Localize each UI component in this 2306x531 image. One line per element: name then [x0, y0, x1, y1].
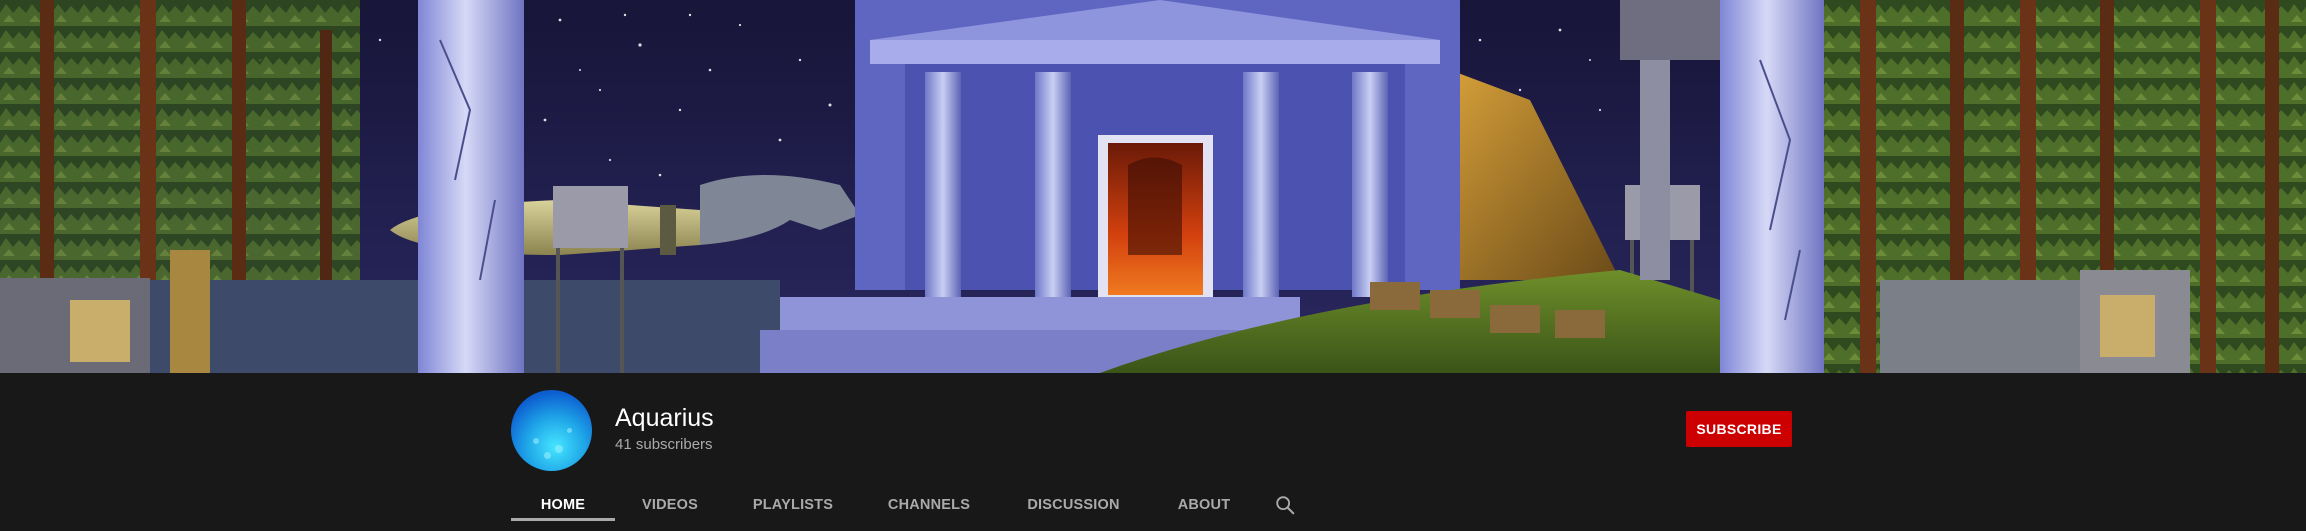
- subscribe-button[interactable]: SUBSCRIBE: [1686, 411, 1792, 447]
- search-icon: [1276, 495, 1295, 514]
- tab-home-label: HOME: [540, 496, 586, 513]
- tab-channels-label: CHANNELS: [887, 496, 971, 513]
- channel-tabs: HOME VIDEOS PLAYLISTS CHANNELS DISCUSSIO…: [511, 478, 1312, 531]
- tab-about-label: ABOUT: [1177, 496, 1231, 513]
- right-trees: [1824, 0, 2306, 373]
- tab-playlists[interactable]: PLAYLISTS: [725, 478, 861, 531]
- channel-name: Aquarius: [615, 404, 714, 432]
- tab-discussion-label: DISCUSSION: [1027, 496, 1120, 513]
- channel-banner: [0, 0, 2306, 373]
- search-tab-button[interactable]: [1258, 478, 1312, 531]
- tab-playlists-label: PLAYLISTS: [752, 496, 834, 513]
- tab-videos-label: VIDEOS: [642, 496, 698, 513]
- tab-channels[interactable]: CHANNELS: [861, 478, 997, 531]
- channel-avatar[interactable]: [511, 390, 592, 471]
- tab-discussion[interactable]: DISCUSSION: [997, 478, 1150, 531]
- tab-home[interactable]: HOME: [511, 478, 615, 531]
- banner-art: [0, 0, 2306, 373]
- tab-videos[interactable]: VIDEOS: [615, 478, 725, 531]
- tab-about[interactable]: ABOUT: [1150, 478, 1258, 531]
- subscriber-count: 41 subscribers: [615, 436, 713, 453]
